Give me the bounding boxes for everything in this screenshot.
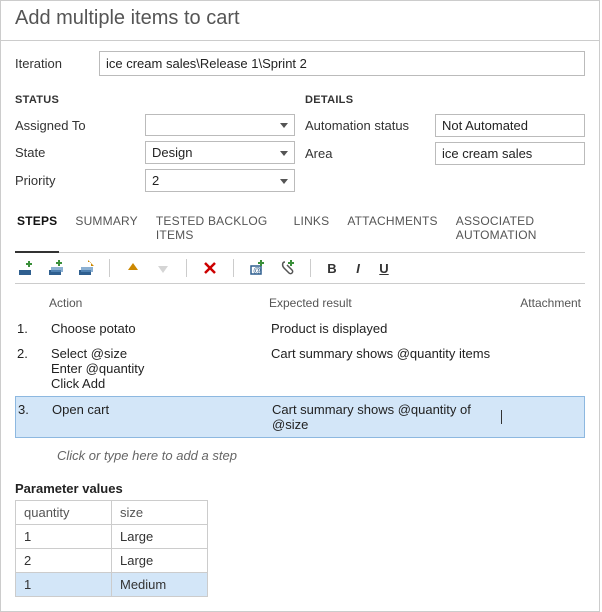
assigned-to-select[interactable] xyxy=(145,114,295,136)
step-expected[interactable]: Cart summary shows @quantity items xyxy=(269,345,505,392)
column-header-action: Action xyxy=(49,296,269,310)
step-number: 1. xyxy=(15,320,49,337)
area-field[interactable]: ice cream sales xyxy=(435,142,585,165)
step-number: 3. xyxy=(16,401,50,433)
step-row[interactable]: 2. Select @size Enter @quantity Click Ad… xyxy=(15,341,585,396)
steps-toolbar: @ B I U xyxy=(15,253,585,284)
status-heading: STATUS xyxy=(15,94,295,106)
param-cell[interactable]: Medium xyxy=(112,573,208,597)
iteration-label: Iteration xyxy=(15,56,99,71)
assigned-to-label: Assigned To xyxy=(15,118,145,133)
steps-grid: Action Expected result Attachment 1. Cho… xyxy=(15,284,585,469)
param-row[interactable]: 2 Large xyxy=(16,549,208,573)
parameter-values-table: quantity size 1 Large 2 Large 1 Medium xyxy=(15,500,208,597)
param-cell[interactable]: 1 xyxy=(16,573,112,597)
insert-step-icon[interactable] xyxy=(17,259,35,277)
state-label: State xyxy=(15,145,145,160)
tab-associated-automation[interactable]: ASSOCIATED AUTOMATION xyxy=(454,211,585,248)
tab-links[interactable]: LINKS xyxy=(292,211,332,248)
param-cell[interactable]: 1 xyxy=(16,525,112,549)
bold-button[interactable]: B xyxy=(325,261,339,276)
automation-status-label: Automation status xyxy=(305,118,435,133)
parameter-values-heading: Parameter values xyxy=(15,481,585,496)
param-header-size[interactable]: size xyxy=(112,501,208,525)
step-action[interactable]: Select @size Enter @quantity Click Add xyxy=(49,345,269,392)
iteration-field[interactable]: ice cream sales\Release 1\Sprint 2 xyxy=(99,51,585,76)
column-header-attachment: Attachment xyxy=(505,296,585,310)
automation-status-field[interactable]: Not Automated xyxy=(435,114,585,137)
param-cell[interactable]: Large xyxy=(112,549,208,573)
page-title: Add multiple items to cart xyxy=(1,1,599,41)
tab-summary[interactable]: SUMMARY xyxy=(73,211,140,248)
tab-tested-backlog-items[interactable]: TESTED BACKLOG ITEMS xyxy=(154,211,278,248)
move-up-icon[interactable] xyxy=(124,259,142,277)
column-header-expected: Expected result xyxy=(269,296,505,310)
svg-text:@: @ xyxy=(253,266,261,275)
insert-parameter-icon[interactable]: @ xyxy=(248,259,266,277)
priority-label: Priority xyxy=(15,173,145,188)
underline-button[interactable]: U xyxy=(377,261,391,276)
param-row[interactable]: 1 Large xyxy=(16,525,208,549)
param-cell[interactable]: 2 xyxy=(16,549,112,573)
create-shared-steps-icon[interactable] xyxy=(77,259,95,277)
param-header-quantity[interactable]: quantity xyxy=(16,501,112,525)
tab-bar: STEPS SUMMARY TESTED BACKLOG ITEMS LINKS… xyxy=(15,211,585,253)
step-row[interactable]: 1. Choose potato Product is displayed xyxy=(15,316,585,341)
priority-select[interactable]: 2 xyxy=(145,169,295,192)
step-action[interactable]: Open cart xyxy=(50,401,270,433)
param-cell[interactable]: Large xyxy=(112,525,208,549)
state-select[interactable]: Design xyxy=(145,141,295,164)
param-row-selected[interactable]: 1 Medium xyxy=(16,573,208,597)
insert-shared-step-icon[interactable] xyxy=(47,259,65,277)
step-action[interactable]: Choose potato xyxy=(49,320,269,337)
area-label: Area xyxy=(305,146,435,161)
add-step-placeholder[interactable]: Click or type here to add a step xyxy=(15,438,585,469)
delete-step-icon[interactable] xyxy=(201,259,219,277)
step-expected-editing[interactable]: Cart summary shows @quantity of @size xyxy=(270,401,504,433)
step-expected[interactable]: Product is displayed xyxy=(269,320,505,337)
step-row-selected[interactable]: 3. Open cart Cart summary shows @quantit… xyxy=(15,396,585,438)
step-number: 2. xyxy=(15,345,49,392)
add-attachment-icon[interactable] xyxy=(278,259,296,277)
italic-button[interactable]: I xyxy=(351,261,365,276)
tab-steps[interactable]: STEPS xyxy=(15,211,59,253)
details-heading: DETAILS xyxy=(305,94,585,106)
text-cursor xyxy=(501,410,502,424)
tab-attachments[interactable]: ATTACHMENTS xyxy=(345,211,439,248)
move-down-icon[interactable] xyxy=(154,259,172,277)
